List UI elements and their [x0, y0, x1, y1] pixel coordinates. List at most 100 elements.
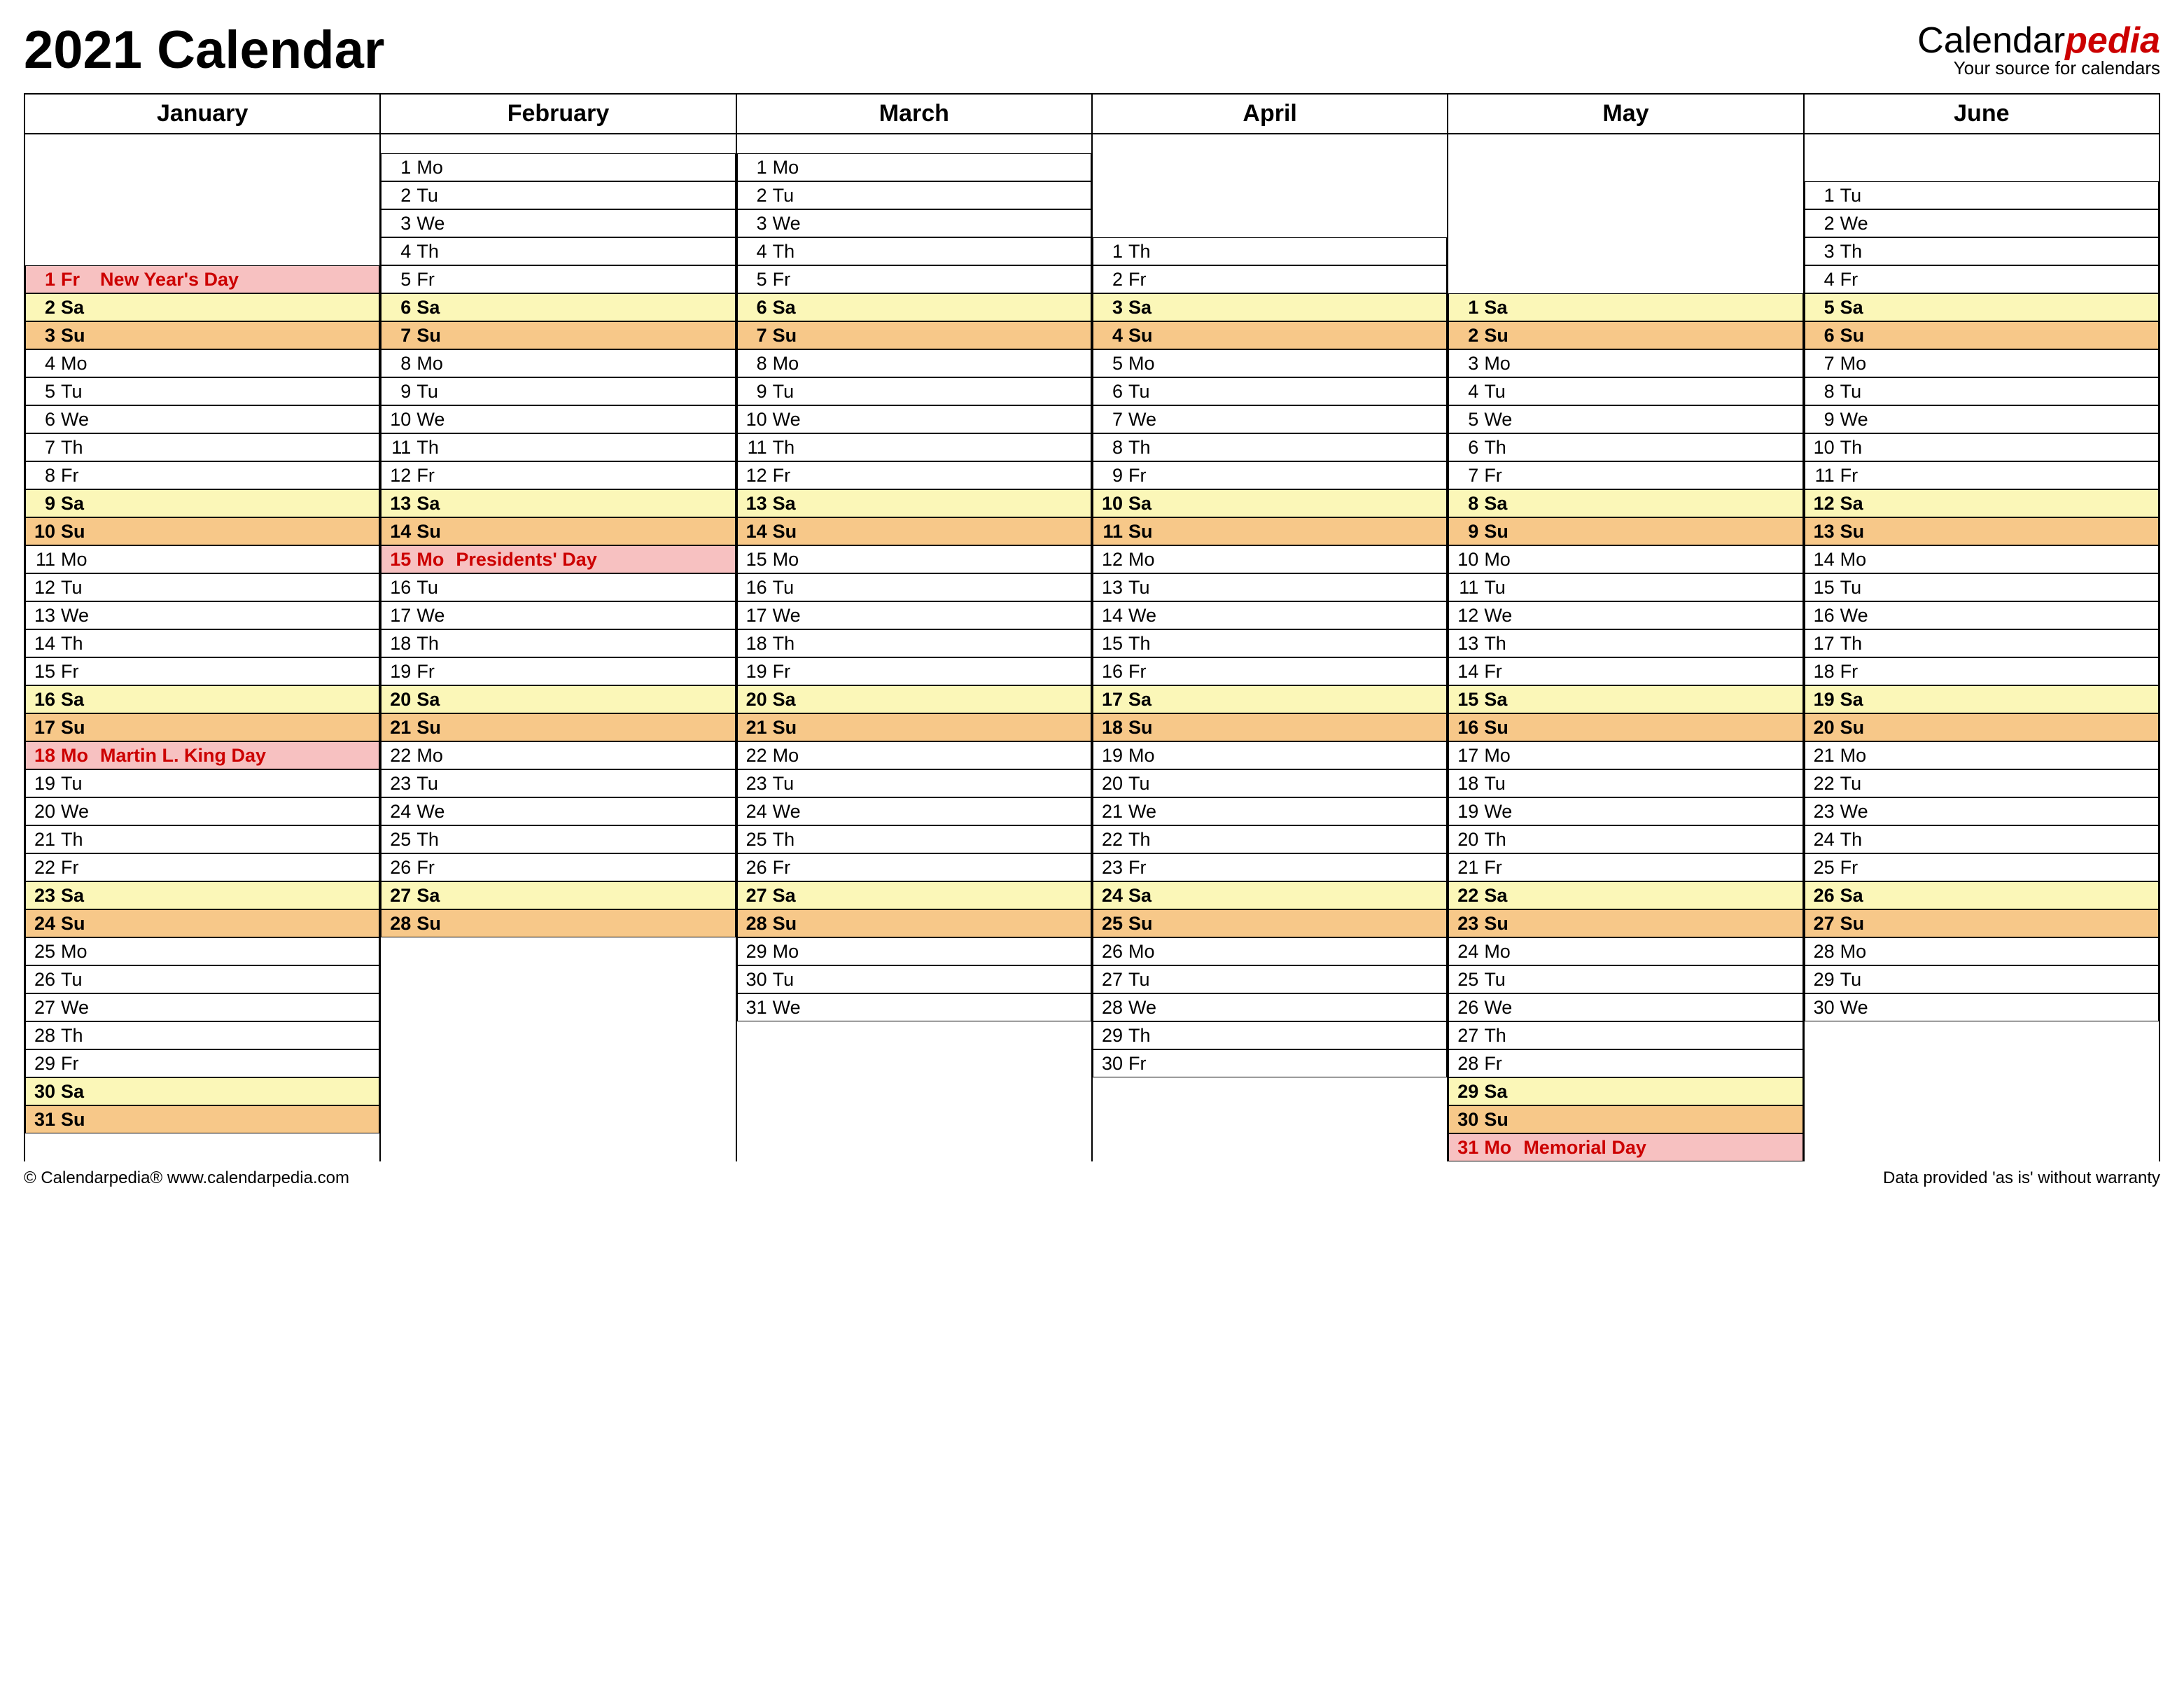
day-cell: 10Mo — [1448, 545, 1802, 573]
day-cell: 18Su — [1093, 713, 1447, 741]
day-of-week: Sa — [1128, 297, 1168, 319]
day-of-week: Th — [416, 241, 456, 263]
day-cell: 6Tu — [1093, 377, 1447, 405]
day-of-week: Su — [1840, 913, 1879, 935]
day-number: 5 — [743, 269, 773, 291]
day-of-week: Tu — [61, 969, 100, 991]
day-number: 19 — [1811, 689, 1840, 711]
day-number: 28 — [743, 913, 773, 935]
header: 2021 Calendar Calendarpedia Your source … — [24, 20, 2160, 81]
day-number: 22 — [1099, 829, 1128, 851]
day-number: 25 — [31, 941, 61, 963]
day-number: 25 — [743, 829, 773, 851]
day-of-week: Th — [1128, 437, 1168, 459]
day-cell: 15Th — [1093, 629, 1447, 657]
day-number: 26 — [1811, 885, 1840, 907]
day-of-week: Fr — [416, 269, 456, 291]
day-number: 6 — [387, 297, 416, 319]
day-cell: 11Th — [381, 433, 735, 461]
day-cell: 30Sa — [25, 1077, 379, 1105]
day-of-week: Sa — [1128, 493, 1168, 515]
day-number: 10 — [387, 409, 416, 431]
day-cell: 15Fr — [25, 657, 379, 685]
day-cell: 3Th — [1805, 237, 2159, 265]
logo-main: Calendarpedia — [1917, 20, 2160, 62]
day-number: 16 — [31, 689, 61, 711]
day-cell: 20Tu — [1093, 769, 1447, 797]
day-of-week: Mo — [1484, 745, 1523, 767]
day-number: 16 — [1811, 605, 1840, 627]
day-event: Presidents' Day — [456, 549, 729, 571]
day-of-week: Fr — [416, 465, 456, 487]
day-number: 7 — [1455, 465, 1484, 487]
day-cell: 13We — [25, 601, 379, 629]
day-number: 19 — [1455, 801, 1484, 823]
day-cell: 13Tu — [1093, 573, 1447, 601]
day-of-week: Tu — [1484, 577, 1523, 599]
day-cell: 16Sa — [25, 685, 379, 713]
day-of-week: Fr — [416, 857, 456, 879]
day-cell: 25Su — [1093, 909, 1447, 937]
day-cell: 29Tu — [1805, 965, 2159, 993]
day-number: 6 — [1455, 437, 1484, 459]
day-cell: 23Fr — [1093, 853, 1447, 881]
day-number: 5 — [1455, 409, 1484, 431]
day-of-week: Fr — [773, 465, 812, 487]
day-cell: 19Mo — [1093, 741, 1447, 769]
day-of-week: Tu — [416, 773, 456, 795]
day-of-week: We — [416, 605, 456, 627]
day-cell: 4Th — [737, 237, 1091, 265]
day-cell: 3Mo — [1448, 349, 1802, 377]
month-header: February — [380, 94, 736, 134]
day-of-week: Su — [61, 1109, 100, 1131]
day-of-week: Tu — [1128, 577, 1168, 599]
day-of-week: Th — [61, 437, 100, 459]
day-number: 16 — [1099, 661, 1128, 683]
day-number: 14 — [1099, 605, 1128, 627]
day-number: 23 — [1099, 857, 1128, 879]
day-of-week: Fr — [1484, 465, 1523, 487]
day-of-week: Th — [416, 829, 456, 851]
logo-tagline: Your source for calendars — [1917, 57, 2160, 79]
day-of-week: Tu — [1484, 381, 1523, 403]
day-cell: 27We — [25, 993, 379, 1021]
day-event: Memorial Day — [1523, 1137, 1796, 1159]
day-cell: 20We — [25, 797, 379, 825]
day-cell: 27Th — [1448, 1021, 1802, 1049]
month-header: March — [736, 94, 1092, 134]
day-of-week: Mo — [1128, 353, 1168, 375]
day-cell: 21Th — [25, 825, 379, 853]
day-cell: 10Th — [1805, 433, 2159, 461]
day-number: 14 — [1811, 549, 1840, 571]
day-cell: 26We — [1448, 993, 1802, 1021]
day-of-week: Th — [773, 829, 812, 851]
day-of-week: Su — [773, 521, 812, 543]
day-cell: 8Th — [1093, 433, 1447, 461]
day-number: 22 — [1455, 885, 1484, 907]
day-number: 10 — [743, 409, 773, 431]
day-of-week: Mo — [1484, 1137, 1523, 1159]
day-of-week: Tu — [773, 185, 812, 207]
day-of-week: Fr — [1128, 465, 1168, 487]
day-number: 15 — [31, 661, 61, 683]
day-cell: 24We — [381, 797, 735, 825]
day-of-week: Su — [1484, 913, 1523, 935]
day-of-week: Fr — [61, 661, 100, 683]
day-cell: 30We — [1805, 993, 2159, 1021]
day-cell: 27Su — [1805, 909, 2159, 937]
day-of-week: Mo — [773, 157, 812, 179]
day-number: 3 — [743, 213, 773, 235]
day-of-week: Fr — [1484, 1053, 1523, 1075]
day-number: 13 — [387, 493, 416, 515]
month-header: January — [24, 94, 380, 134]
day-number: 12 — [743, 465, 773, 487]
day-of-week: Tu — [1128, 381, 1168, 403]
day-of-week: Tu — [773, 577, 812, 599]
day-number: 3 — [1099, 297, 1128, 319]
day-cell: 24Th — [1805, 825, 2159, 853]
day-number: 16 — [743, 577, 773, 599]
day-of-week: Th — [1484, 1025, 1523, 1047]
day-number: 4 — [743, 241, 773, 263]
day-cell: 23We — [1805, 797, 2159, 825]
day-cell: 14Th — [25, 629, 379, 657]
